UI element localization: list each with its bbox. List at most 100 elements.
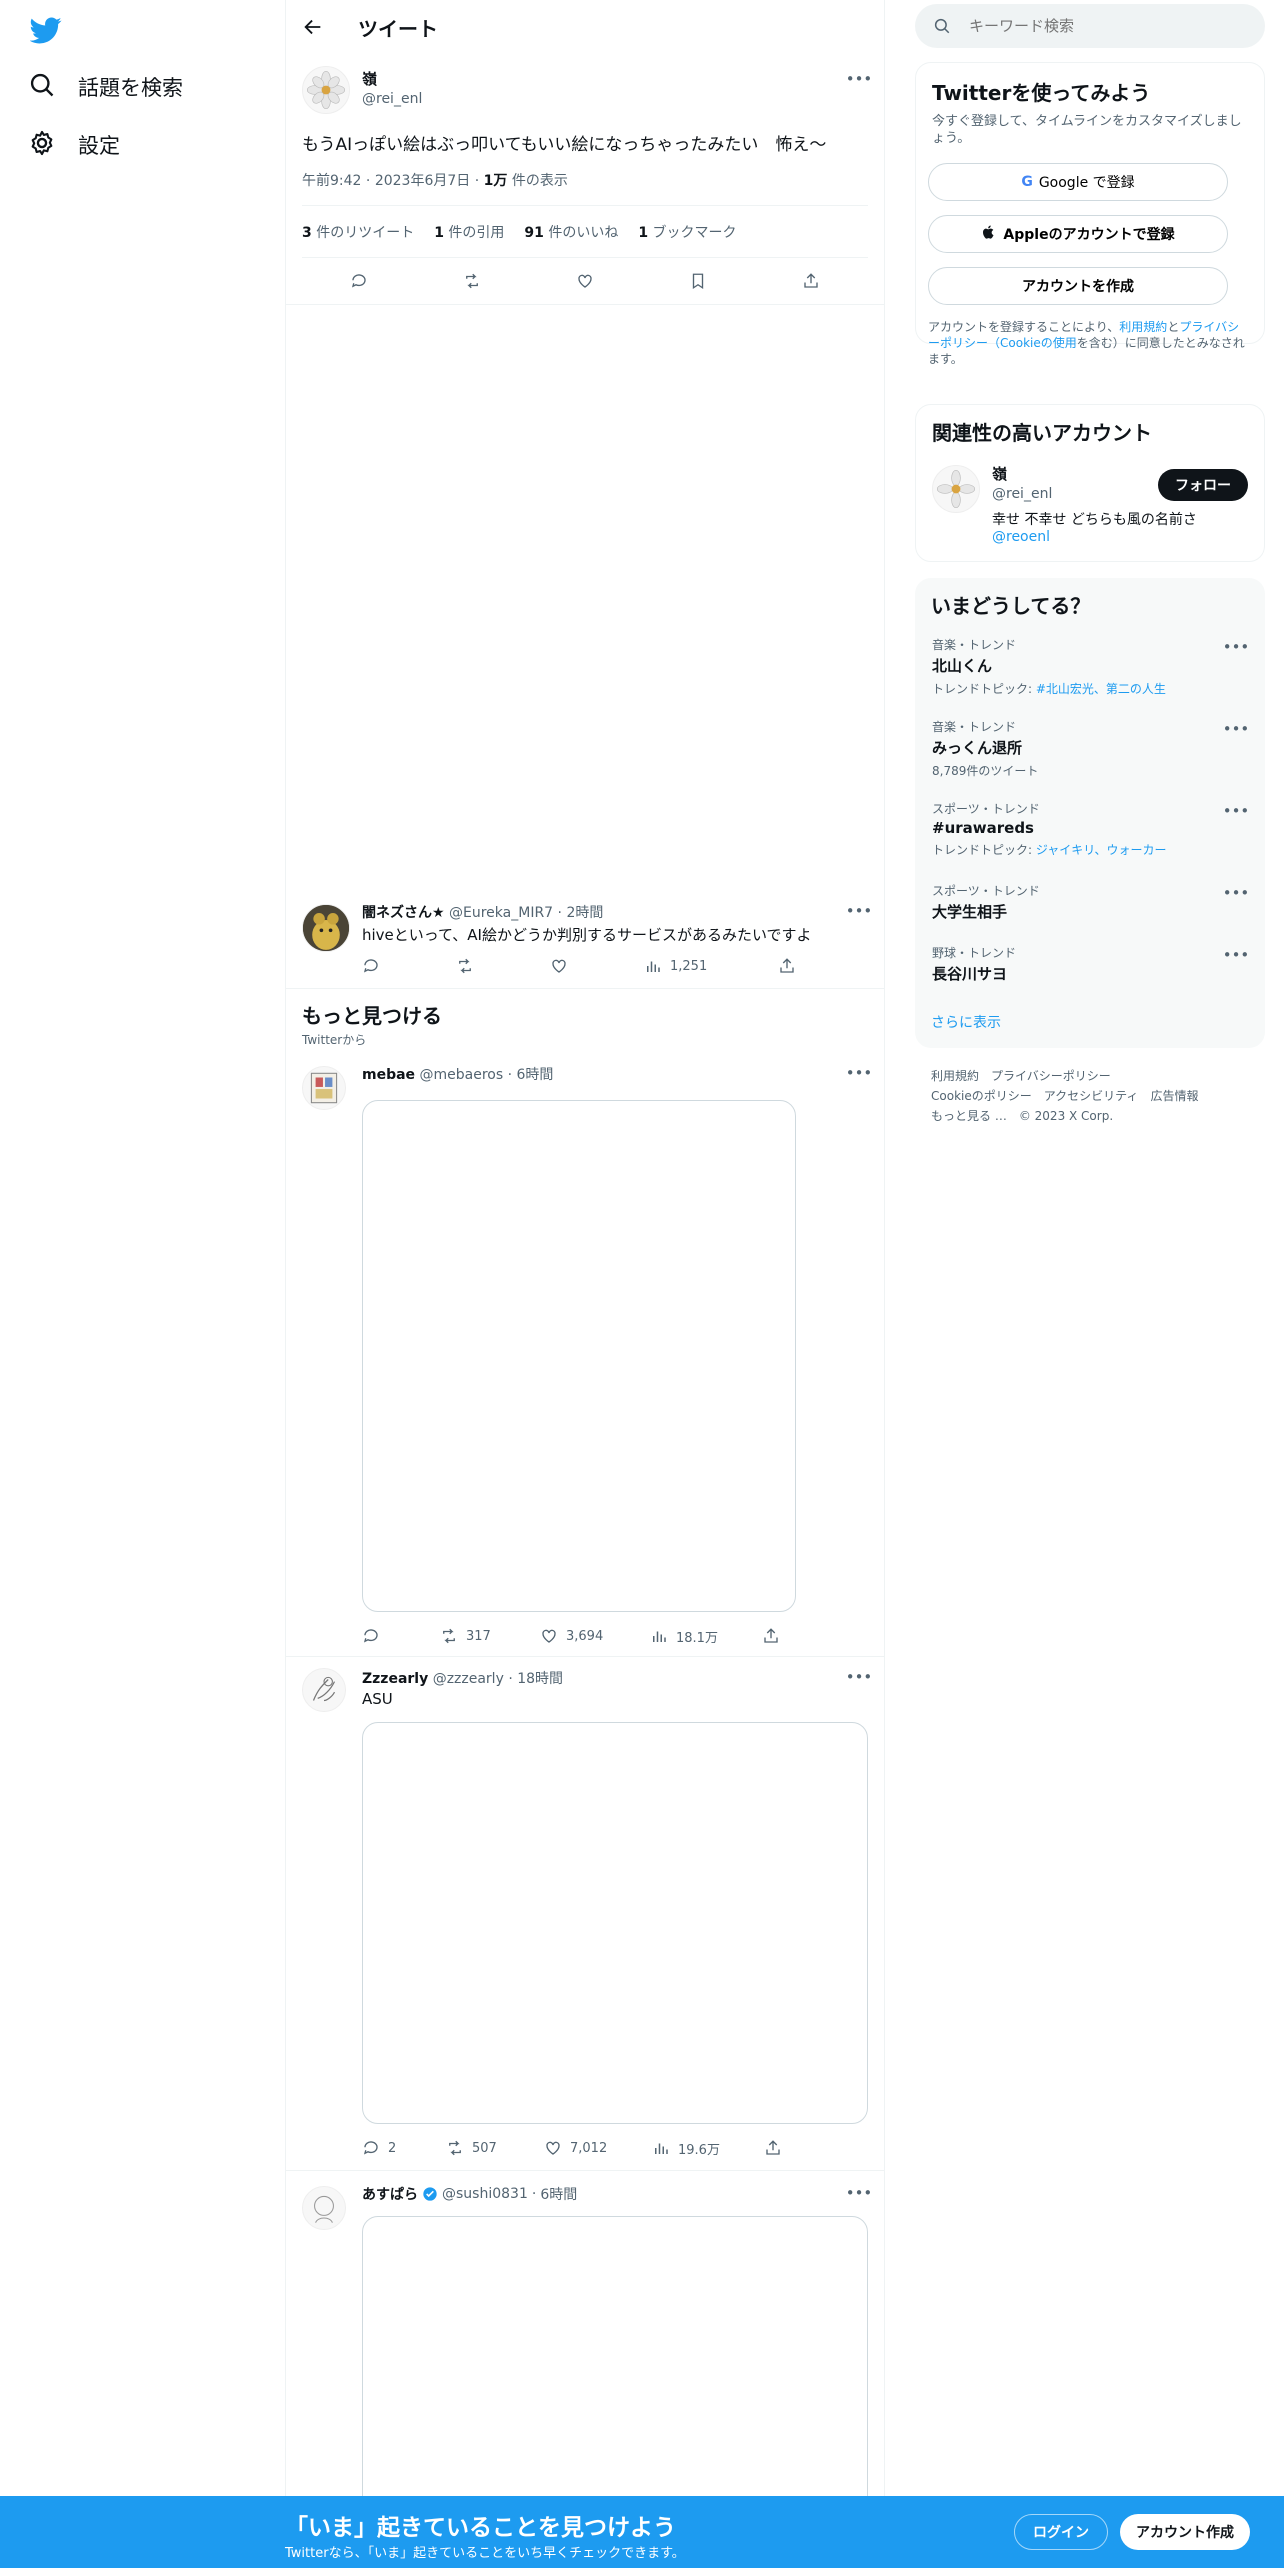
more-options-icon[interactable]: ••• [846, 1666, 873, 1688]
search-input[interactable] [969, 17, 1229, 35]
author-name[interactable]: 嶺 [362, 68, 422, 89]
footer-link[interactable]: プライバシーポリシー [991, 1069, 1111, 1083]
retweet-icon[interactable]: 317 [440, 1627, 540, 1645]
quotes-stat[interactable]: 1 件の引用 [434, 222, 504, 242]
bookmark-icon[interactable] [689, 272, 707, 290]
reply-icon[interactable] [362, 957, 456, 975]
reply-author-name[interactable]: 闇ネズさん★ [362, 905, 445, 921]
avatar[interactable] [302, 2186, 346, 2230]
bookmarks-stat[interactable]: 1 ブックマーク [638, 222, 736, 242]
discover-header: もっと見つける Twitterから [302, 1000, 442, 1048]
signup-banner: 「いま」起きていることを見つけよう Twitterなら、「いま」起きていることを… [0, 2496, 1284, 2568]
tweet-time[interactable]: 午前9:42 [302, 173, 361, 189]
feed-author-name[interactable]: Zzzearly [362, 1671, 428, 1687]
reply-icon[interactable] [362, 1627, 440, 1645]
trend-item[interactable]: スポーツ・トレンド 大学生相手 ••• [915, 882, 1265, 922]
trend-item[interactable]: 音楽・トレンド 北山くん トレンドトピック: #北山宏光、第二の人生 ••• [915, 636, 1265, 697]
more-options-icon[interactable]: ••• [846, 68, 873, 90]
related-handle[interactable]: @rei_enl [992, 486, 1052, 502]
more-options-icon[interactable]: ••• [846, 1062, 873, 1084]
likes-stat[interactable]: 91 件のいいね [524, 222, 618, 242]
trend-item[interactable]: 野球・トレンド 長谷川サヨ ••• [915, 944, 1265, 984]
related-bio-link[interactable]: @reoenl [992, 529, 1050, 545]
avatar[interactable] [302, 66, 350, 114]
footer-link[interactable]: もっと見る … [931, 1109, 1007, 1123]
footer-link[interactable]: Cookieのポリシー [931, 1089, 1032, 1103]
views-icon[interactable]: 18.1万 [650, 1627, 762, 1646]
feed-author-name[interactable]: mebae [362, 1067, 415, 1083]
tweet-meta: 午前9:42 · 2023年6月7日 · 1万 件の表示 [302, 173, 568, 189]
retweet-icon[interactable] [463, 272, 481, 290]
footer-link[interactable]: アクセシビリティ [1044, 1089, 1139, 1103]
more-options-icon[interactable]: ••• [1223, 800, 1250, 822]
avatar[interactable] [932, 465, 980, 513]
trend-item[interactable]: スポーツ・トレンド #urawareds トレンドトピック: ジャイキリ、ウォー… [915, 800, 1265, 858]
views-icon[interactable]: 19.6万 [652, 2139, 764, 2158]
trend-topic-link[interactable]: ジャイキリ、ウォーカー [1036, 843, 1167, 857]
signup-button[interactable]: アカウント作成 [1120, 2514, 1250, 2550]
banner-subtitle: Twitterなら、「いま」起きていることをいち早くチェックできます。 [285, 2546, 685, 2561]
more-options-icon[interactable]: ••• [846, 2182, 873, 2204]
feed-author-handle[interactable]: @zzzearly [433, 1671, 504, 1687]
author-handle[interactable]: @rei_enl [362, 91, 422, 107]
trend-meta: 音楽・トレンド [932, 720, 1017, 734]
views-icon[interactable]: 1,251 [644, 957, 778, 975]
feed-time[interactable]: 6時間 [517, 1067, 554, 1083]
reply-icon[interactable]: 2 [362, 2139, 446, 2157]
share-icon[interactable] [764, 2139, 782, 2157]
google-signup-button[interactable]: G Google で登録 [928, 163, 1228, 201]
feed-time[interactable]: 18時間 [517, 1671, 563, 1687]
create-account-button[interactable]: アカウントを作成 [928, 267, 1228, 305]
like-icon[interactable]: 7,012 [544, 2139, 652, 2157]
apple-signup-button[interactable]: Appleのアカウントで登録 [928, 215, 1228, 253]
back-arrow-icon[interactable] [302, 16, 324, 38]
avatar[interactable] [302, 1668, 346, 1712]
feed-author-name[interactable]: あすぱら [362, 2184, 418, 2204]
reply-time[interactable]: 2時間 [566, 905, 603, 921]
like-icon[interactable]: 3,694 [540, 1627, 650, 1645]
footer-link[interactable]: 利用規約 [931, 1069, 979, 1083]
search-bar[interactable] [915, 4, 1265, 48]
more-options-icon[interactable]: ••• [846, 900, 873, 922]
reply-tweet[interactable]: 闇ネズさん★ @Eureka_MIR7 · 2時間 ••• hiveといって、A… [286, 888, 884, 988]
show-more-link[interactable]: さらに表示 [931, 1012, 1001, 1032]
share-icon[interactable] [802, 272, 820, 290]
feed-tweet[interactable]: あすぱら @sushi0831 · 6時間 ••• [286, 2170, 884, 2516]
terms-link[interactable]: 利用規約 [1119, 320, 1167, 334]
share-icon[interactable] [762, 1627, 780, 1645]
trend-name: みっくん退所 [932, 739, 1023, 757]
tweet-media[interactable] [362, 1100, 796, 1612]
more-options-icon[interactable]: ••• [1223, 718, 1250, 740]
more-options-icon[interactable]: ••• [1223, 636, 1250, 658]
login-button[interactable]: ログイン [1014, 2514, 1108, 2550]
share-icon[interactable] [778, 957, 796, 975]
avatar[interactable] [302, 904, 350, 952]
feed-tweet[interactable]: Zzzearly @zzzearly · 18時間 ••• ASU 2 507 … [286, 1656, 884, 2170]
follow-button[interactable]: フォロー [1158, 469, 1248, 501]
feed-author-handle[interactable]: @mebaeros [420, 1067, 504, 1083]
twitter-logo-icon[interactable] [29, 14, 62, 46]
tweet-date[interactable]: 2023年6月7日 [375, 173, 470, 189]
retweet-icon[interactable]: 507 [446, 2139, 544, 2157]
like-icon[interactable] [576, 272, 594, 290]
trend-item[interactable]: 音楽・トレンド みっくん退所 8,789件のツイート ••• [915, 718, 1265, 779]
nav-explore[interactable]: 話題を検索 [28, 62, 183, 112]
feed-time[interactable]: 6時間 [540, 2184, 577, 2204]
feed-author-handle[interactable]: @sushi0831 [442, 2186, 528, 2202]
footer-links: 利用規約 プライバシーポリシー Cookieのポリシー アクセシビリティ 広告情… [931, 1066, 1261, 1126]
tweet-media[interactable] [362, 1722, 868, 2124]
more-options-icon[interactable]: ••• [1223, 882, 1250, 904]
reply-author-handle[interactable]: @Eureka_MIR7 [449, 905, 553, 921]
related-name[interactable]: 嶺 [992, 463, 1052, 484]
tweet-media[interactable] [362, 2216, 868, 2516]
retweet-icon[interactable] [456, 957, 550, 975]
reply-icon[interactable] [350, 272, 368, 290]
avatar[interactable] [302, 1066, 346, 1110]
nav-settings[interactable]: 設定 [28, 120, 120, 170]
feed-tweet[interactable]: mebae @mebaeros · 6時間 ••• 317 3,694 18.1… [286, 1048, 884, 1656]
like-icon[interactable] [550, 957, 644, 975]
more-options-icon[interactable]: ••• [1223, 944, 1250, 966]
trend-topic-link[interactable]: #北山宏光、第二の人生 [1036, 682, 1166, 696]
footer-link[interactable]: 広告情報 [1150, 1089, 1198, 1103]
retweets-stat[interactable]: 3 件のリツイート [302, 222, 414, 242]
